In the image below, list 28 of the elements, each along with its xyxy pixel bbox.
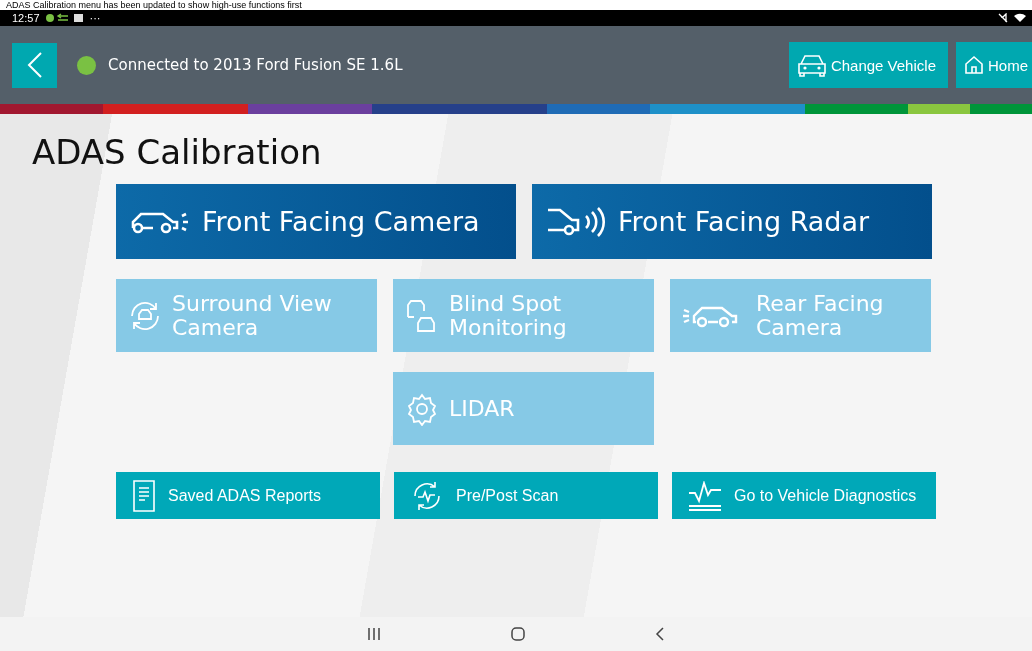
car-icon — [796, 52, 827, 78]
notification-icons — [45, 13, 84, 23]
status-time: 12:57 — [12, 12, 40, 24]
page-title: ADAS Calibration — [32, 132, 323, 172]
function-tile[interactable]: Front Facing Camera — [116, 184, 516, 259]
waveform-icon — [688, 480, 722, 511]
back-icon[interactable] — [655, 627, 665, 641]
back-button[interactable] — [12, 42, 57, 88]
function-tile[interactable]: Front Facing Radar — [532, 184, 932, 259]
function-tile[interactable]: Surround View Camera — [116, 279, 377, 352]
action-button[interactable]: Go to Vehicle Diagnostics — [672, 472, 936, 519]
status-more: ··· — [89, 12, 101, 24]
change-vehicle-button[interactable]: Change Vehicle — [788, 42, 948, 88]
gear-icon — [405, 391, 439, 426]
back-icon — [26, 51, 43, 79]
home-button[interactable]: Home — [956, 42, 1032, 88]
function-tile[interactable]: Blind Spot Monitoring — [393, 279, 654, 352]
mute-icon — [998, 13, 1008, 23]
action-button[interactable]: Pre/Post Scan — [394, 472, 658, 519]
home-icon — [964, 55, 984, 75]
connection-status-text: Connected to 2013 Ford Fusion SE 1.6L — [108, 56, 403, 74]
document-icon — [132, 478, 156, 513]
function-tile[interactable]: Rear Facing Camera — [670, 279, 931, 352]
caption-text: ADAS Calibration menu has been updated to show high-use functions first — [6, 0, 302, 10]
action-button[interactable]: Saved ADAS Reports — [116, 472, 380, 519]
function-tile[interactable]: LIDAR — [393, 372, 654, 445]
wifi-icon — [1014, 13, 1026, 23]
recent-apps-icon[interactable] — [367, 628, 381, 640]
